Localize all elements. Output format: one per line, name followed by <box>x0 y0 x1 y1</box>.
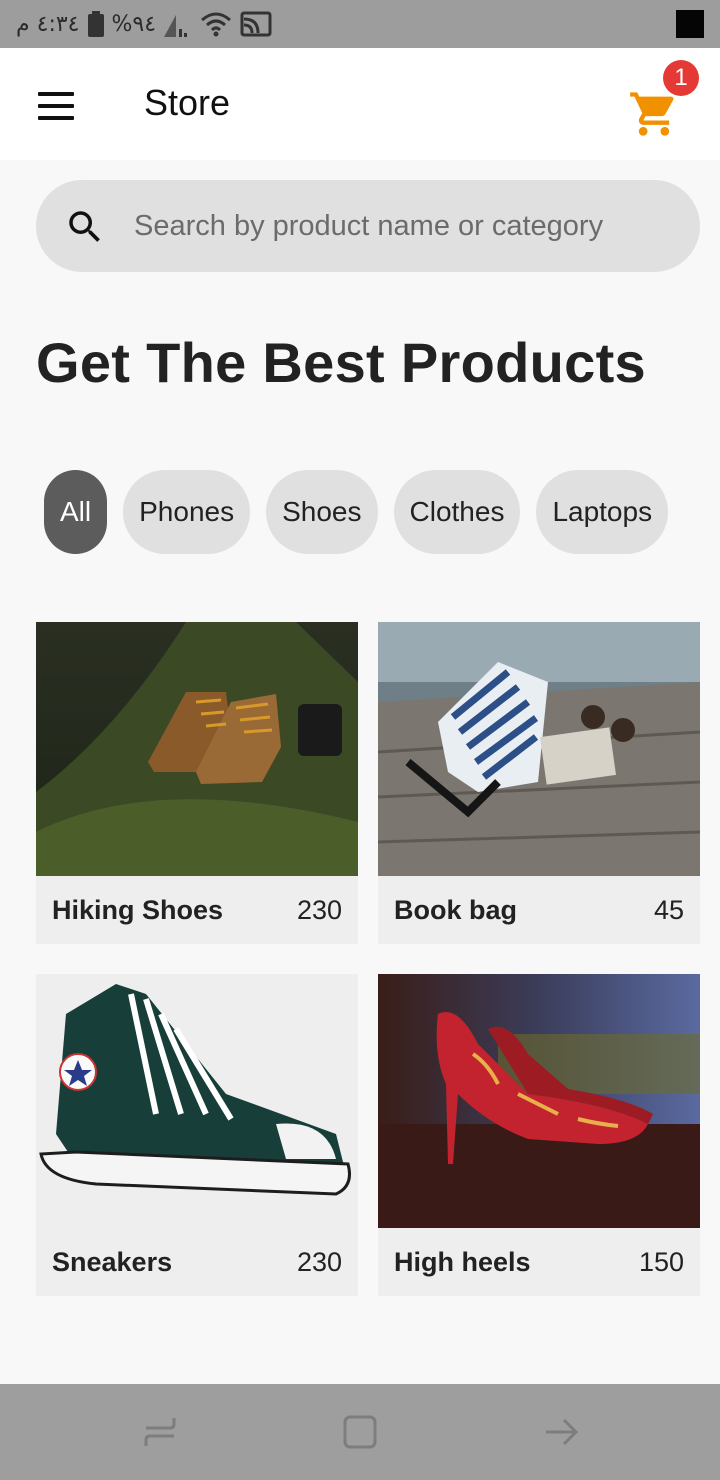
search-bar[interactable] <box>36 180 700 272</box>
product-card[interactable]: Book bag 45 <box>378 622 700 944</box>
shopping-cart-icon <box>630 92 674 136</box>
cart-count-badge: 1 <box>663 60 699 96</box>
product-image-high-heels <box>378 974 700 1228</box>
status-left-cluster: ٤:٣٤ م %٩٤ <box>16 8 272 40</box>
product-price: 150 <box>638 1246 684 1277</box>
product-name: Sneakers <box>52 1246 173 1277</box>
product-meta: High heels 150 <box>378 1228 700 1296</box>
recent-apps-button[interactable] <box>140 1412 180 1452</box>
system-navigation-bar <box>0 1384 720 1480</box>
wifi-icon <box>200 11 232 37</box>
category-chip-all[interactable]: All <box>44 470 108 554</box>
search-icon <box>69 211 100 242</box>
cast-icon <box>240 11 272 37</box>
category-chips: All Phones Shoes Clothes Laptops <box>44 470 669 554</box>
menu-icon-line <box>38 92 74 96</box>
product-image-book-bag <box>378 622 700 876</box>
battery-percent: %٩٤ <box>111 11 157 37</box>
status-bar: ٤:٣٤ م %٩٤ <box>0 0 720 48</box>
category-chip-phones[interactable]: Phones <box>123 470 251 554</box>
home-icon <box>343 1415 377 1449</box>
product-card[interactable]: Hiking Shoes 230 <box>36 622 358 944</box>
section-headline: Get The Best Products <box>36 331 646 394</box>
product-image-sneakers <box>36 974 358 1228</box>
home-button[interactable] <box>340 1412 380 1452</box>
category-chip-laptops[interactable]: Laptops <box>536 470 669 554</box>
back-arrow-icon <box>546 1418 579 1446</box>
product-meta: Book bag 45 <box>378 876 700 944</box>
battery-icon <box>87 11 104 37</box>
product-name: High heels <box>394 1246 531 1277</box>
notification-square-icon <box>676 10 704 38</box>
search-input[interactable] <box>132 194 676 258</box>
product-name: Hiking Shoes <box>52 894 224 925</box>
product-meta: Sneakers 230 <box>36 1228 358 1296</box>
page-title: Store <box>144 82 231 123</box>
menu-icon-line <box>38 104 74 108</box>
menu-button[interactable] <box>30 82 82 126</box>
category-chip-clothes[interactable]: Clothes <box>393 470 521 554</box>
menu-icon-line <box>38 116 74 120</box>
app-bar: Store <box>0 48 720 160</box>
product-image-hiking-shoes <box>36 622 358 876</box>
product-meta: Hiking Shoes 230 <box>36 876 358 944</box>
recent-apps-icon <box>144 1418 176 1446</box>
cellular-signal-icon <box>164 11 192 37</box>
status-time: ٤:٣٤ م <box>16 11 80 37</box>
category-chip-shoes[interactable]: Shoes <box>266 470 378 554</box>
product-price: 230 <box>296 1246 342 1277</box>
product-name: Book bag <box>394 894 518 925</box>
product-card[interactable]: High heels 150 <box>378 974 700 1296</box>
product-card[interactable]: Sneakers 230 <box>36 974 358 1296</box>
cart-button[interactable] <box>628 88 680 140</box>
back-button[interactable] <box>542 1412 582 1452</box>
product-price: 45 <box>653 894 684 925</box>
product-price: 230 <box>296 894 342 925</box>
